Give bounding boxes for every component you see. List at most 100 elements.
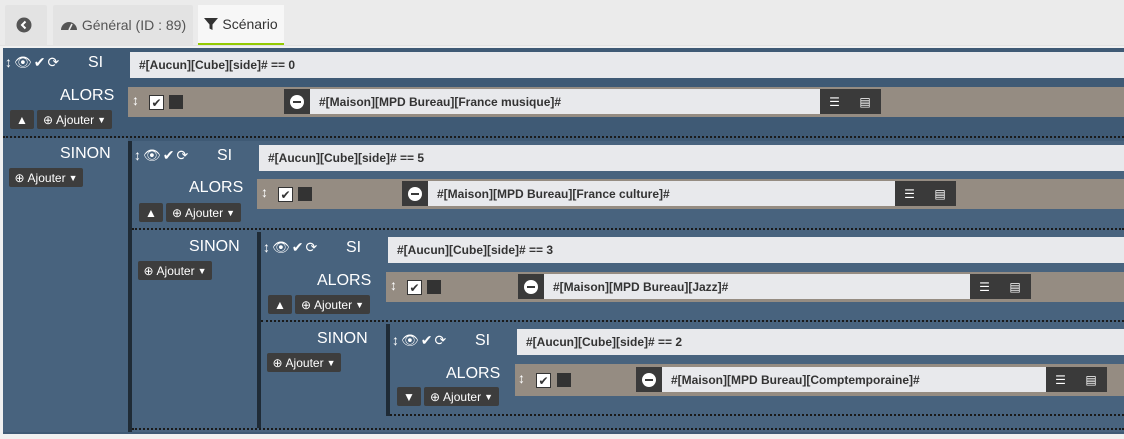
move-vertical-icon[interactable]: ↕ bbox=[392, 332, 399, 348]
add-dropdown-button[interactable]: ⊕ Ajouter ▼ bbox=[138, 261, 212, 280]
remove-action-button[interactable] bbox=[284, 89, 310, 114]
action-enable-checkbox[interactable]: ✔ bbox=[407, 280, 422, 295]
tab-general[interactable]: Général (ID : 89) bbox=[53, 5, 193, 45]
caret-up-icon: ▲ bbox=[274, 297, 286, 312]
move-vertical-icon[interactable]: ↕ bbox=[132, 92, 139, 108]
back-button[interactable] bbox=[5, 5, 47, 45]
move-vertical-icon[interactable]: ↕ bbox=[261, 184, 268, 200]
alors-label-2: ALORS bbox=[189, 179, 244, 196]
sinon-label-1: SINON bbox=[60, 145, 111, 162]
caret-down-icon: ▼ bbox=[326, 357, 336, 368]
check-icon[interactable]: ✔ bbox=[292, 239, 304, 256]
remove-action-button[interactable] bbox=[636, 367, 662, 392]
filter-icon bbox=[204, 18, 219, 30]
refresh-icon[interactable]: ⟳ bbox=[177, 147, 189, 164]
block-separator bbox=[3, 136, 1124, 138]
action-command-field-2[interactable]: #[Maison][MPD Bureau][France culture]# bbox=[428, 181, 895, 206]
action-details-button[interactable]: ▤ bbox=[999, 274, 1031, 299]
condition-field-4[interactable]: #[Aucun][Cube][side]# == 2 bbox=[517, 329, 1124, 355]
collapse-button[interactable]: ▲ bbox=[139, 203, 163, 222]
move-vertical-icon[interactable]: ↕ bbox=[518, 370, 525, 386]
eye-icon[interactable]: 👁 bbox=[143, 147, 161, 164]
block-separator bbox=[132, 228, 1124, 230]
block-2-border bbox=[128, 141, 132, 432]
action-command-field-1[interactable]: #[Maison][MPD Bureau][France musique]# bbox=[310, 89, 820, 114]
add-dropdown-button[interactable]: ⊕ Ajouter ▼ bbox=[424, 387, 499, 406]
block-3-border bbox=[257, 232, 261, 428]
tab-bar: Général (ID : 89) Scénario bbox=[0, 0, 1124, 46]
action-enable-checkbox[interactable]: ✔ bbox=[149, 95, 164, 110]
action-options-button[interactable]: ☰ bbox=[820, 89, 849, 114]
minus-circle-icon bbox=[290, 94, 304, 109]
tab-scenario-label: Scénario bbox=[222, 16, 278, 32]
remove-action-button[interactable] bbox=[518, 274, 544, 299]
eye-icon[interactable]: 👁 bbox=[272, 239, 290, 256]
plus-circle-icon: ⊕ bbox=[143, 263, 154, 278]
block-bottom-border bbox=[132, 428, 1124, 430]
add-dropdown-button[interactable]: ⊕ Ajouter ▼ bbox=[166, 203, 241, 222]
check-icon[interactable]: ✔ bbox=[163, 147, 175, 164]
action-options-button[interactable]: ☰ bbox=[1046, 367, 1075, 392]
action-command-field-4[interactable]: #[Maison][MPD Bureau][Comptemporaine]# bbox=[662, 367, 1046, 392]
collapse-button[interactable]: ▲ bbox=[268, 295, 292, 314]
caret-up-icon: ▲ bbox=[145, 205, 157, 220]
action-options-button[interactable]: ☰ bbox=[970, 274, 999, 299]
remove-action-button[interactable] bbox=[402, 181, 428, 206]
action-option-square[interactable] bbox=[298, 187, 312, 201]
block-2-toolbar: ↕ 👁 ✔ ⟳ bbox=[134, 146, 188, 164]
si-label-3: SI bbox=[346, 239, 362, 256]
plus-circle-icon: ⊕ bbox=[429, 389, 441, 404]
block-3-toolbar: ↕ 👁 ✔ ⟳ bbox=[263, 238, 317, 256]
check-icon[interactable]: ✔ bbox=[34, 54, 46, 71]
alors-label-4: ALORS bbox=[446, 365, 501, 382]
add-dropdown-button[interactable]: ⊕ Ajouter ▼ bbox=[37, 110, 112, 129]
sinon-label-2: SINON bbox=[189, 238, 240, 255]
move-vertical-icon[interactable]: ↕ bbox=[5, 54, 12, 70]
refresh-icon[interactable]: ⟳ bbox=[306, 239, 318, 256]
add-dropdown-button[interactable]: ⊕ Ajouter ▼ bbox=[267, 353, 341, 372]
move-vertical-icon[interactable]: ↕ bbox=[263, 239, 270, 255]
caret-down-icon: ▼ bbox=[355, 299, 364, 310]
plus-circle-icon: ⊕ bbox=[42, 112, 54, 127]
minus-circle-icon bbox=[524, 279, 538, 294]
action-details-button[interactable]: ▤ bbox=[924, 181, 956, 206]
dashboard-icon bbox=[60, 22, 77, 31]
eye-icon[interactable]: 👁 bbox=[401, 332, 419, 349]
refresh-icon[interactable]: ⟳ bbox=[435, 332, 447, 349]
action-details-button[interactable]: ▤ bbox=[849, 89, 881, 114]
add-dropdown-button[interactable]: ⊕ Ajouter ▼ bbox=[295, 295, 370, 314]
block-separator bbox=[261, 320, 1124, 322]
tab-scenario[interactable]: Scénario bbox=[198, 5, 284, 45]
condition-field-2[interactable]: #[Aucun][Cube][side]# == 5 bbox=[259, 145, 1124, 171]
check-icon[interactable]: ✔ bbox=[421, 332, 433, 349]
si-label-1: SI bbox=[88, 54, 104, 71]
move-vertical-icon[interactable]: ↕ bbox=[390, 277, 397, 293]
move-vertical-icon[interactable]: ↕ bbox=[134, 147, 141, 163]
plus-circle-icon: ⊕ bbox=[14, 170, 25, 185]
refresh-icon[interactable]: ⟳ bbox=[48, 54, 60, 71]
expand-button[interactable]: ▼ bbox=[397, 387, 421, 406]
block-4-border bbox=[386, 324, 390, 416]
caret-down-icon: ▼ bbox=[484, 391, 493, 402]
action-enable-checkbox[interactable]: ✔ bbox=[278, 187, 293, 202]
condition-field-3[interactable]: #[Aucun][Cube][side]# == 3 bbox=[388, 237, 1124, 263]
action-option-square[interactable] bbox=[169, 95, 183, 109]
caret-down-icon: ▼ bbox=[403, 389, 415, 404]
condition-field-1[interactable]: #[Aucun][Cube][side]# == 0 bbox=[130, 52, 1124, 78]
block-1-toolbar: ↕ 👁 ✔ ⟳ bbox=[5, 53, 59, 71]
action-details-button[interactable]: ▤ bbox=[1075, 367, 1107, 392]
action-option-square[interactable] bbox=[427, 280, 441, 294]
alors-label-3: ALORS bbox=[317, 272, 372, 289]
action-command-field-3[interactable]: #[Maison][MPD Bureau][Jazz]# bbox=[544, 274, 970, 299]
plus-circle-icon: ⊕ bbox=[300, 297, 312, 312]
action-options-button[interactable]: ☰ bbox=[895, 181, 924, 206]
add-dropdown-button[interactable]: ⊕ Ajouter ▼ bbox=[9, 168, 83, 187]
collapse-button[interactable]: ▲ bbox=[10, 110, 34, 129]
action-enable-checkbox[interactable]: ✔ bbox=[536, 373, 551, 388]
caret-down-icon: ▼ bbox=[197, 265, 207, 276]
minus-circle-icon bbox=[642, 372, 656, 387]
action-option-square[interactable] bbox=[557, 373, 571, 387]
plus-circle-icon: ⊕ bbox=[272, 355, 283, 370]
eye-icon[interactable]: 👁 bbox=[14, 54, 32, 71]
plus-circle-icon: ⊕ bbox=[171, 205, 183, 220]
